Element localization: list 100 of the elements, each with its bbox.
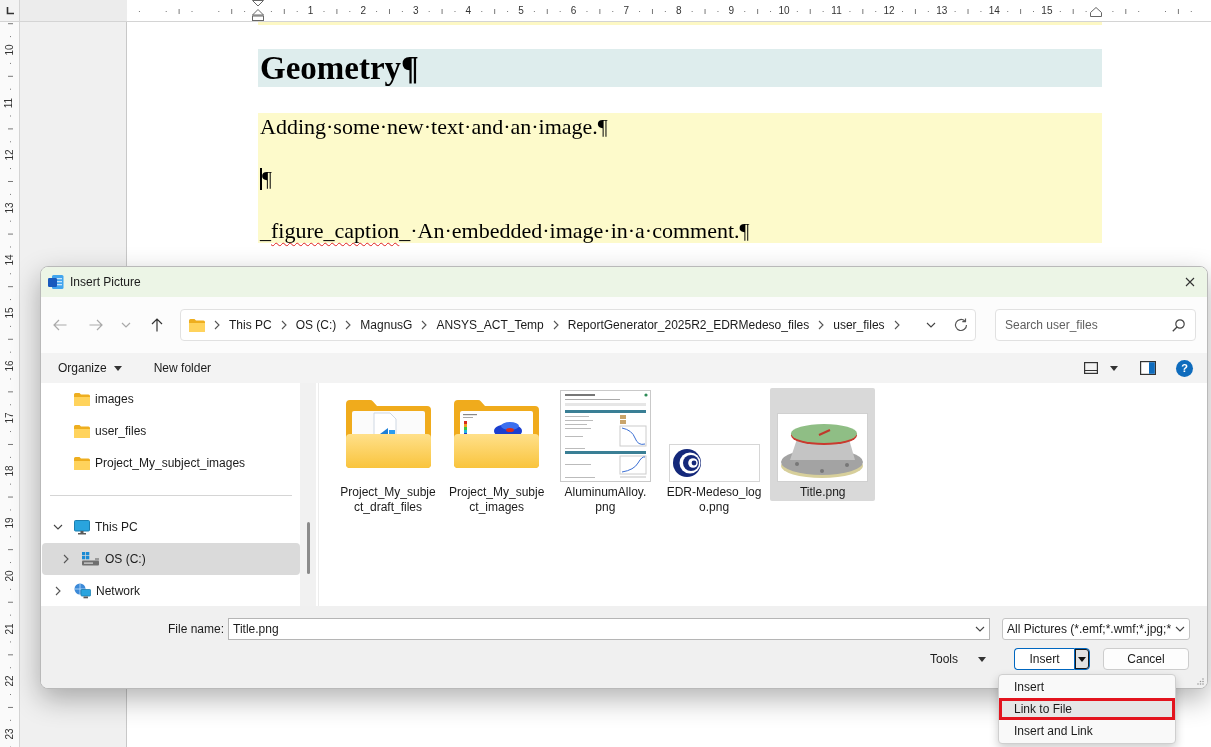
folder-icon bbox=[454, 400, 540, 468]
breadcrumb[interactable]: ReportGenerator_2025R2_EDRMedeso_files bbox=[567, 316, 810, 334]
chevron-right-icon[interactable] bbox=[55, 586, 61, 596]
right-indent-marker-icon[interactable] bbox=[1090, 7, 1102, 17]
refresh-icon bbox=[954, 318, 968, 332]
nav-item[interactable]: OS (C:) bbox=[42, 543, 300, 575]
file-item[interactable]: Project_My_subject_draft_files bbox=[335, 388, 441, 516]
ruler-number: 18 bbox=[4, 465, 15, 477]
folder-icon bbox=[74, 456, 90, 470]
nav-item[interactable]: images bbox=[42, 383, 300, 415]
ruler-number: 7 bbox=[622, 5, 630, 16]
menu-item[interactable]: Insert bbox=[999, 676, 1175, 698]
folder-icon bbox=[74, 392, 90, 406]
dropdown-chevron-icon[interactable] bbox=[975, 626, 985, 632]
address-bar[interactable]: This PC OS (C:) MagnusG ANSYS_ACT_Temp ReportGenerator_2025R2_EDRMedeso_files user_files bbox=[180, 309, 976, 341]
breadcrumb[interactable]: This PC bbox=[229, 316, 272, 334]
ruler-number: 14 bbox=[987, 5, 1001, 16]
chevron-right-icon bbox=[893, 320, 900, 330]
paragraph-text: _figure_caption_·An·embedded·image·in·a·comment.¶ bbox=[260, 216, 750, 244]
folder-icon bbox=[345, 400, 431, 468]
ruler-number: 23 bbox=[4, 728, 15, 740]
file-item[interactable]: Project_My_subject_images bbox=[444, 388, 550, 516]
folder-icon bbox=[74, 424, 90, 438]
chevron-down-icon[interactable] bbox=[53, 524, 63, 530]
nav-item[interactable]: Project_My_subject_images bbox=[42, 447, 300, 479]
caret-icon bbox=[978, 656, 986, 662]
scrollbar-thumb[interactable] bbox=[307, 522, 310, 574]
ruler-number: 13 bbox=[935, 5, 949, 16]
tools-button[interactable]: Tools bbox=[920, 648, 994, 670]
paragraph-text: Adding·some·new·text·and·an·image.¶ bbox=[260, 113, 608, 140]
close-icon bbox=[1185, 277, 1195, 287]
network-icon bbox=[74, 583, 91, 599]
resize-grip-icon[interactable] bbox=[1197, 678, 1204, 685]
ruler-number: 9 bbox=[727, 5, 736, 16]
ruler-number: 17 bbox=[4, 412, 15, 424]
cancel-button[interactable]: Cancel bbox=[1103, 648, 1189, 670]
folder-icon bbox=[189, 318, 205, 332]
field-label: File name: bbox=[166, 621, 224, 638]
insert-button[interactable]: Insert bbox=[1014, 648, 1074, 670]
ruler-number: 19 bbox=[4, 517, 15, 529]
breadcrumb[interactable]: user_files bbox=[833, 316, 885, 334]
chevron-right-icon[interactable] bbox=[63, 554, 69, 564]
computer-icon bbox=[74, 519, 90, 535]
breadcrumb[interactable]: OS (C:) bbox=[295, 316, 337, 334]
indent-marker-icon[interactable] bbox=[252, 0, 264, 21]
nav-item[interactable]: user_files bbox=[42, 415, 300, 447]
ruler-number: 20 bbox=[4, 570, 15, 582]
ruler-number: 15 bbox=[1040, 5, 1054, 16]
nav-item[interactable]: This PC bbox=[42, 511, 300, 543]
ruler-number: 11 bbox=[830, 5, 843, 16]
ruler-number: 6 bbox=[569, 5, 578, 16]
caret-icon bbox=[1078, 656, 1086, 662]
tab-stop-icon[interactable] bbox=[5, 6, 14, 15]
file-item[interactable]: Title.png bbox=[770, 388, 876, 501]
ruler-number: 1 bbox=[306, 5, 315, 16]
file-name-field[interactable]: Title.png bbox=[228, 618, 990, 640]
file-type-dropdown[interactable]: All Pictures (*.emf;*.wmf;*.jpg;* bbox=[1002, 618, 1190, 640]
breadcrumb[interactable]: MagnusG bbox=[360, 316, 413, 334]
menu-item[interactable]: Link to File bbox=[999, 698, 1175, 720]
ruler-number: 14 bbox=[4, 254, 15, 266]
chevron-down-icon bbox=[121, 322, 131, 328]
file-item[interactable]: AluminumAlloy.png bbox=[552, 388, 658, 516]
chevron-down-icon bbox=[1175, 626, 1185, 632]
chevron-right-icon bbox=[421, 320, 428, 330]
menu-item[interactable]: Insert and Link bbox=[999, 720, 1175, 742]
ruler-number: 4 bbox=[464, 5, 473, 16]
insert-menu-button[interactable] bbox=[1074, 648, 1090, 670]
up-arrow-icon bbox=[151, 318, 163, 332]
chevron-right-icon bbox=[552, 320, 559, 330]
ruler-number: 15 bbox=[4, 307, 15, 319]
organize-button[interactable]: Organize bbox=[50, 355, 130, 381]
address-dropdown-icon[interactable] bbox=[926, 322, 936, 328]
help-button[interactable]: ? bbox=[1176, 359, 1193, 377]
ruler-number: 12 bbox=[4, 149, 15, 161]
caret-icon bbox=[1110, 365, 1118, 371]
file-item[interactable]: EDR-Medeso_logo.png bbox=[661, 388, 767, 516]
app-icon bbox=[48, 274, 64, 290]
ruler-number: 12 bbox=[882, 5, 896, 16]
refresh-button[interactable] bbox=[954, 318, 968, 332]
back-arrow-icon bbox=[53, 319, 67, 331]
chevron-right-icon bbox=[214, 320, 220, 330]
ruler-number: 16 bbox=[4, 360, 15, 372]
dialog-title: Insert Picture bbox=[70, 274, 141, 291]
ruler-number: 11 bbox=[4, 97, 15, 108]
ruler-number: 10 bbox=[777, 5, 791, 16]
search-field[interactable]: Search user_files bbox=[995, 309, 1196, 341]
ruler-number: 21 bbox=[4, 622, 15, 635]
search-icon[interactable] bbox=[1172, 319, 1185, 332]
caret-icon bbox=[113, 365, 122, 371]
new-folder-button[interactable]: New folder bbox=[145, 355, 220, 381]
breadcrumb[interactable]: ANSYS_ACT_Temp bbox=[436, 316, 544, 334]
nav-item[interactable]: Network bbox=[42, 575, 300, 606]
ruler-number: 10 bbox=[4, 44, 15, 56]
ruler-number: 22 bbox=[4, 675, 15, 687]
preview-pane-icon[interactable] bbox=[1140, 361, 1156, 375]
forward-arrow-icon bbox=[89, 319, 103, 331]
chevron-right-icon bbox=[280, 320, 287, 330]
paragraph-text: ¶ bbox=[262, 165, 272, 192]
drive-icon bbox=[82, 552, 100, 566]
chevron-right-icon bbox=[345, 320, 352, 330]
